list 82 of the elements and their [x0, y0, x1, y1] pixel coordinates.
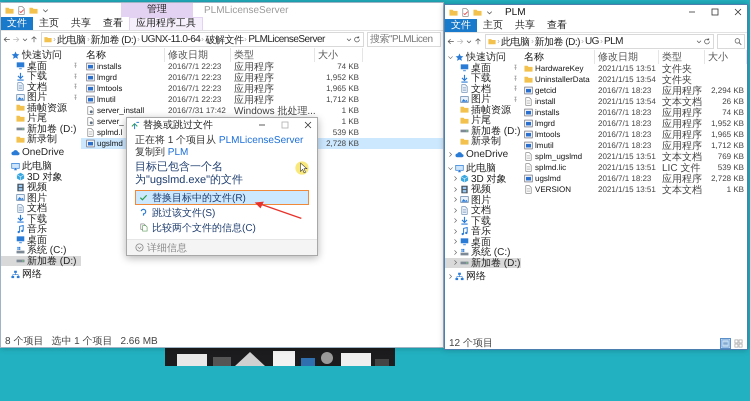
file-name: lmtools: [97, 84, 122, 93]
modified-date: 2016/7/1 18:23: [598, 119, 652, 128]
file-size: 539 KB: [718, 163, 744, 172]
file-size: 1 KB: [342, 117, 359, 126]
file-name: lmtools: [535, 130, 560, 139]
file-name: splmd.l: [97, 128, 122, 137]
file-type: 文件夹: [662, 74, 692, 86]
copy-status-text: 正在将 1 个项目从 PLMLicenseServer 复制到 PLM: [135, 135, 304, 159]
file-name: ugslmd: [97, 139, 123, 148]
file-size: 1,965 KB: [326, 84, 359, 93]
file-size: 74 KB: [337, 62, 359, 71]
file-name: lmutil: [97, 95, 116, 104]
modified-date: 2016/7/1 22:23: [168, 84, 222, 93]
file-name: lmgrd: [97, 73, 118, 82]
modified-date: 2016/7/1 18:23: [598, 141, 652, 150]
modified-date: 2016/7/1 22:23: [168, 62, 222, 71]
file-type: 应用程序: [662, 106, 702, 118]
file-name: server_install: [97, 106, 144, 115]
file-type: 文本文档: [662, 96, 702, 108]
dialog-heading: 目标已包含一个名为"ugslmd.exe"的文件: [135, 161, 244, 187]
file-size: 1,712 KB: [711, 141, 744, 150]
file-size: 1,965 KB: [711, 130, 744, 139]
modified-date: 2021/1/15 13:51: [598, 163, 656, 172]
modified-date: 2016/7/1 22:23: [168, 73, 222, 82]
file-size: 1 KB: [726, 185, 744, 194]
file-size: 74 KB: [722, 108, 744, 117]
modified-date: 2016/7/1 18:23: [598, 130, 652, 139]
file-name: install: [535, 97, 556, 106]
status-text: 选中 1 个项目: [51, 334, 112, 348]
file-name: VERSION: [535, 185, 572, 194]
file-type: LIC 文件: [662, 162, 700, 174]
window-title: PLM: [505, 6, 526, 18]
file-size: 1,712 KB: [326, 95, 359, 104]
file-type: 应用程序: [662, 128, 702, 140]
dialog-title: 替换或跳过文件: [143, 118, 213, 132]
modified-date: 2021/1/15 13:51: [598, 64, 656, 73]
file-size: 26 KB: [722, 97, 744, 106]
file-name: ugslmd: [535, 174, 561, 183]
file-type: 应用程序: [234, 72, 274, 84]
file-type: 应用程序: [662, 84, 702, 96]
modified-date: 2016/7/1 18:23: [598, 174, 652, 183]
modified-date: 2016/7/31 17:42: [168, 106, 226, 115]
modified-date: 2016/7/1 18:23: [598, 108, 652, 117]
context-tab-header: 管理: [121, 3, 193, 17]
file-name: UninstallerData: [535, 75, 590, 84]
status-text: 2.66 MB: [120, 336, 158, 346]
file-size: 1,952 KB: [711, 119, 744, 128]
file-name: getcid: [535, 86, 556, 95]
status-text: 12 个项目: [449, 337, 493, 350]
file-type: 应用程序: [662, 172, 702, 184]
modified-date: 2016/7/1 22:23: [168, 95, 222, 104]
file-size: 1 KB: [342, 106, 359, 115]
file-type: 应用程序: [234, 60, 274, 72]
file-type: 文本文档: [662, 150, 702, 162]
file-size: 2,728 KB: [711, 174, 744, 183]
file-type: 应用程序: [662, 140, 702, 152]
file-size: 1,952 KB: [326, 73, 359, 82]
file-type: Windows 批处理...: [234, 104, 316, 118]
file-size: 2,728 KB: [326, 139, 359, 148]
file-name: splm_ugslmd: [535, 152, 582, 161]
file-name: HardwareKey: [535, 64, 584, 73]
file-size: 769 KB: [718, 152, 744, 161]
file-type: 应用程序: [234, 94, 274, 106]
status-text: 8 个项目: [5, 335, 44, 348]
modified-date: 2021/1/15 13:51: [598, 152, 656, 161]
file-type: 应用程序: [662, 118, 702, 130]
file-size: 539 KB: [332, 128, 359, 137]
modified-date: 2016/7/1 18:23: [598, 86, 652, 95]
file-name: lmgrd: [535, 119, 556, 128]
file-name: splmd.lic: [535, 163, 566, 172]
window-title: PLMLicenseServer: [204, 4, 288, 16]
file-name: server_: [97, 117, 124, 126]
file-type: 应用程序: [234, 82, 274, 94]
file-name: installs: [97, 62, 122, 71]
file-size: 2,294 KB: [711, 86, 744, 95]
file-name: installs: [535, 108, 560, 117]
modified-date: 2021/1/15 13:54: [598, 75, 656, 84]
modified-date: 2021/1/15 13:51: [598, 185, 656, 194]
file-name: lmutil: [535, 141, 554, 150]
file-type: 文本文档: [662, 184, 702, 196]
file-type: 文件夹: [662, 62, 692, 74]
modified-date: 2021/1/15 13:54: [598, 97, 656, 106]
